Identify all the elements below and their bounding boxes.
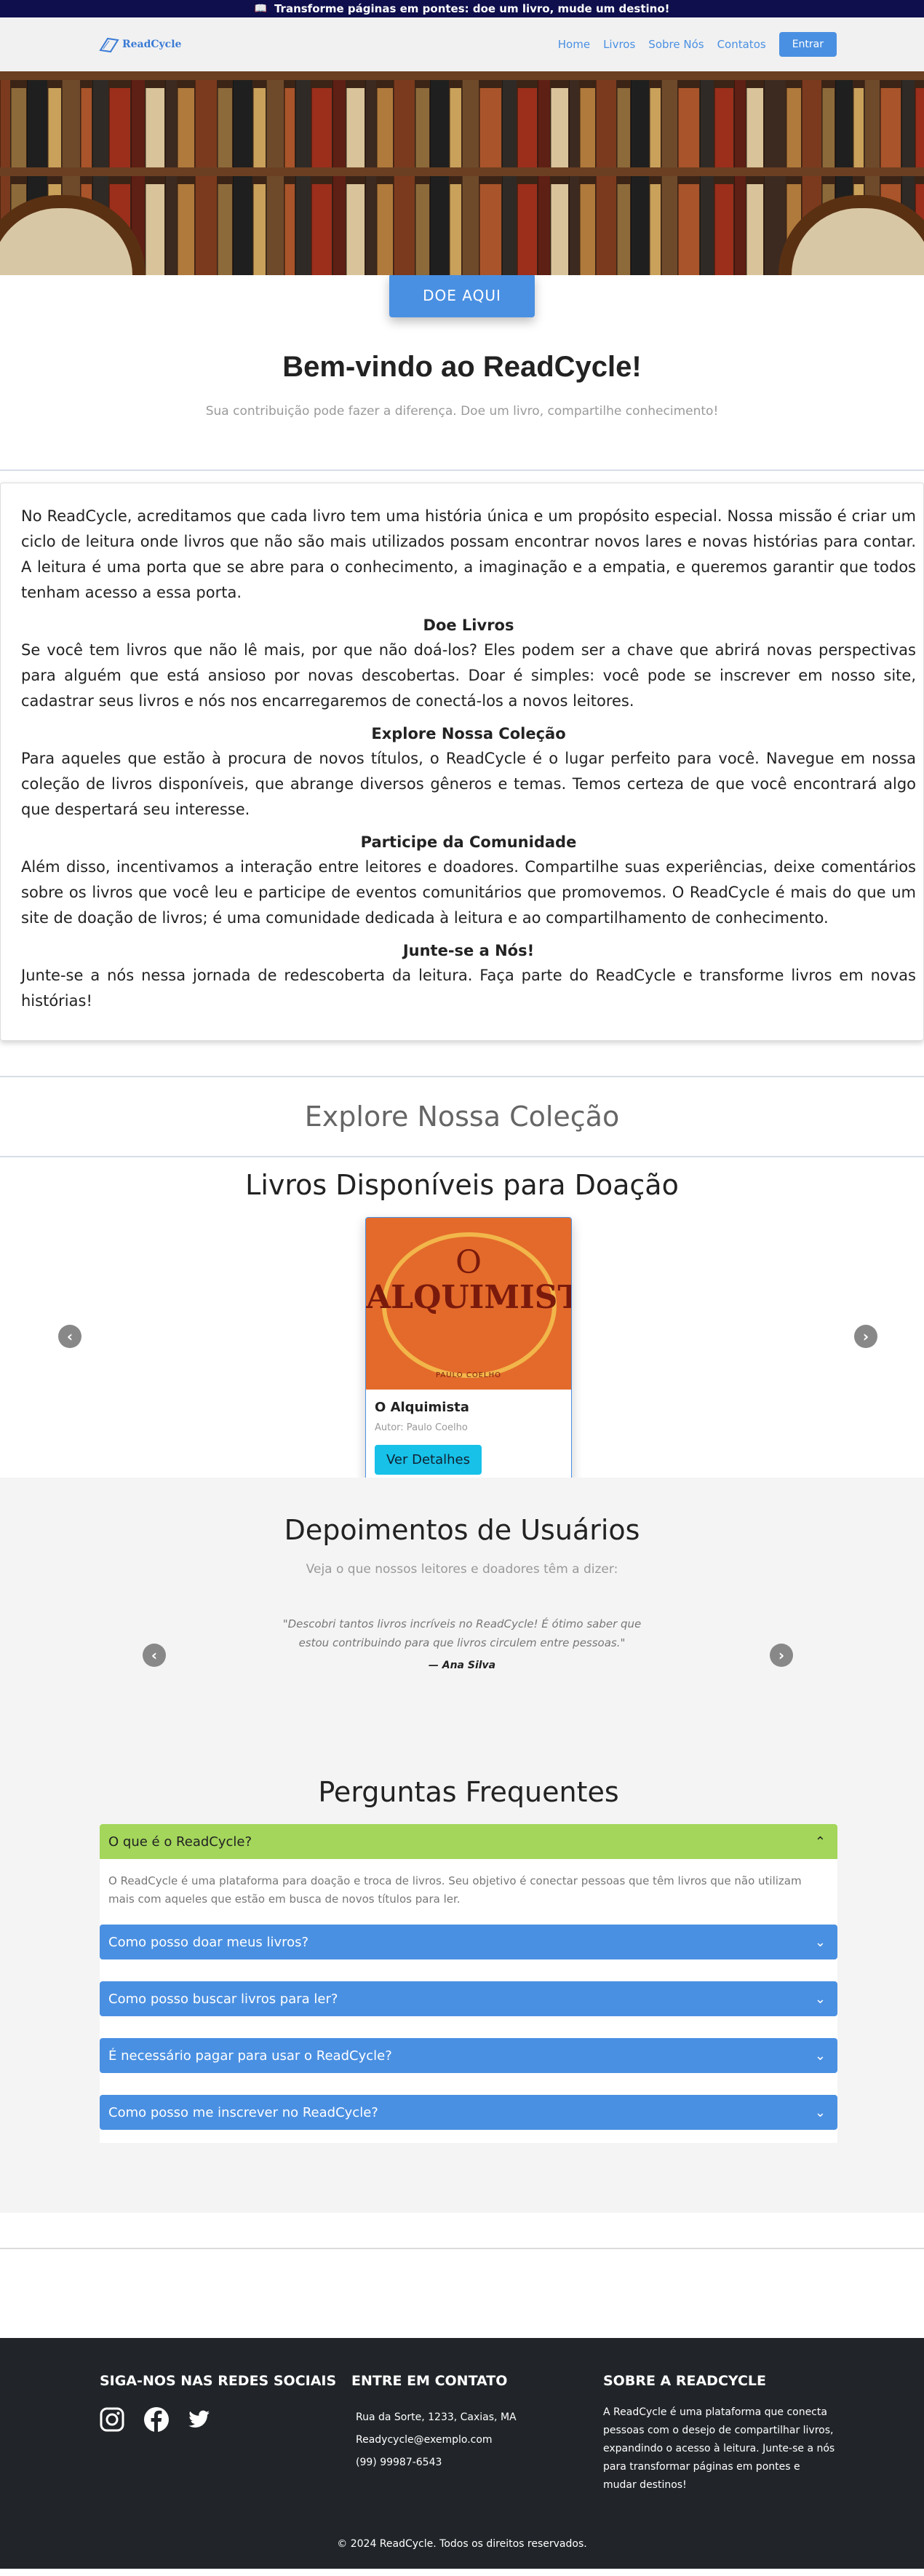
about-text-explore: Para aqueles que estão à procura de novo… bbox=[21, 750, 916, 818]
testimonials-title: Depoimentos de Usuários bbox=[284, 1514, 640, 1546]
explore-section: Explore Nossa Coleção bbox=[0, 1076, 924, 1157]
book-icon: 📖 bbox=[254, 3, 267, 15]
about-text-join: Junte-se a nós nessa jornada de redescob… bbox=[21, 967, 916, 1010]
cover-title-line2: ALQUIMISTA bbox=[366, 1279, 571, 1316]
footer-about: SOBRE A READCYCLE A ReadCycle é uma plat… bbox=[603, 2373, 855, 2494]
welcome-title: Bem-vindo ao ReadCycle! bbox=[282, 351, 642, 383]
footer-phone: (99) 99987-6543 bbox=[356, 2457, 442, 2468]
nav-link-livros[interactable]: Livros bbox=[603, 38, 635, 51]
carousel-next-button[interactable]: › bbox=[854, 1325, 877, 1348]
books-title: Livros Disponíveis para Doação bbox=[245, 1169, 679, 1201]
chevron-up-icon: ⌃ bbox=[814, 1834, 826, 1850]
logo-text: ReadCycle bbox=[122, 39, 182, 50]
footer-email[interactable]: Readycycle@exemplo.com bbox=[356, 2429, 603, 2452]
chevron-down-icon: ⌄ bbox=[814, 1934, 826, 1950]
about-text-community: Além disso, incentivamos a interação ent… bbox=[21, 858, 916, 927]
testimonials-section: Depoimentos de Usuários Veja o que nosso… bbox=[0, 1478, 924, 2213]
twitter-icon[interactable] bbox=[188, 2410, 210, 2429]
copyright: © 2024 ReadCycle. Todos os direitos rese… bbox=[337, 2538, 587, 2550]
faq-question-3[interactable]: Como posso buscar livros para ler? ⌄ bbox=[100, 1981, 837, 2016]
faq-question-label: Como posso me inscrever no ReadCycle? bbox=[108, 2104, 378, 2120]
carousel-prev-button[interactable]: ‹ bbox=[58, 1325, 81, 1348]
books-section: Livros Disponíveis para Doação ‹ › O ALQ… bbox=[0, 1157, 924, 1490]
about-text-doe: Se você tem livros que não lê mais, por … bbox=[21, 641, 916, 710]
faq-section: Perguntas Frequentes O que é o ReadCycle… bbox=[100, 1776, 837, 2143]
donate-button[interactable]: DOE AQUI bbox=[389, 274, 535, 317]
top-banner: 📖 Transforme páginas em pontes: doe um l… bbox=[0, 0, 924, 17]
logo-book-icon bbox=[99, 37, 119, 53]
about-intro: No ReadCycle, acreditamos que cada livro… bbox=[21, 507, 916, 601]
book-cover-image: O ALQUIMISTA PAULO COELHO bbox=[366, 1218, 571, 1390]
faq-question-5[interactable]: Como posso me inscrever no ReadCycle? ⌄ bbox=[100, 2095, 837, 2130]
welcome-section: Bem-vindo ao ReadCycle! Sua contribuição… bbox=[0, 317, 924, 419]
faq-question-4[interactable]: É necessário pagar para usar o ReadCycle… bbox=[100, 2038, 837, 2073]
faq-title: Perguntas Frequentes bbox=[318, 1776, 619, 1808]
chevron-down-icon: ⌄ bbox=[814, 1991, 826, 2007]
footer-about-title: SOBRE A READCYCLE bbox=[603, 2373, 767, 2389]
explore-title: Explore Nossa Coleção bbox=[304, 1101, 620, 1133]
testimonial-quote: "Descobri tantos livros incríveis no Rea… bbox=[282, 1617, 642, 1649]
nav-link-home[interactable]: Home bbox=[558, 38, 590, 51]
about-card: No ReadCycle, acreditamos que cada livro… bbox=[0, 483, 924, 1041]
book-title: O Alquimista bbox=[375, 1400, 469, 1415]
instagram-icon[interactable] bbox=[100, 2407, 124, 2432]
hero-bookshelf-image bbox=[0, 71, 924, 275]
chevron-down-icon: ⌄ bbox=[814, 2104, 826, 2120]
cover-author: PAULO COELHO bbox=[436, 1371, 501, 1379]
footer-social-title: SIGA-NOS NAS REDES SOCIAIS bbox=[100, 2373, 337, 2389]
faq-question-label: É necessário pagar para usar o ReadCycle… bbox=[108, 2048, 392, 2064]
about-heading-explore: Explore Nossa Coleção bbox=[371, 725, 566, 742]
navbar: ReadCycle Home Livros Sobre Nós Contatos… bbox=[0, 17, 924, 71]
book-author: Autor: Paulo Coelho bbox=[375, 1422, 468, 1433]
divider bbox=[0, 469, 924, 471]
book-card: O ALQUIMISTA PAULO COELHO O Alquimista A… bbox=[365, 1217, 572, 1490]
faq-answer-1: O ReadCycle é uma plataforma para doação… bbox=[100, 1859, 837, 1925]
nav-link-contatos[interactable]: Contatos bbox=[717, 38, 766, 51]
about-heading-doe: Doe Livros bbox=[423, 617, 514, 634]
footer-about-text: A ReadCycle é uma plataforma que conecta… bbox=[603, 2406, 835, 2491]
testimonials-subtitle: Veja o que nossos leitores e doadores tê… bbox=[306, 1562, 618, 1577]
books-carousel: ‹ › O ALQUIMISTA PAULO COELHO O Alquimis… bbox=[0, 1201, 924, 1490]
nav-link-sobre[interactable]: Sobre Nós bbox=[648, 38, 704, 51]
footer-contact-title: ENTRE EM CONTATO bbox=[351, 2373, 508, 2389]
footer-address: Rua da Sorte, 1233, Caxias, MA bbox=[356, 2411, 517, 2423]
view-details-button[interactable]: Ver Detalhes bbox=[375, 1445, 482, 1475]
faq-question-label: Como posso doar meus livros? bbox=[108, 1934, 309, 1950]
nav-links: Home Livros Sobre Nós Contatos Entrar bbox=[558, 32, 837, 57]
testimonial-next-button[interactable]: › bbox=[770, 1644, 793, 1667]
chevron-down-icon: ⌄ bbox=[814, 2048, 826, 2064]
welcome-subtitle: Sua contribuição pode fazer a diferença.… bbox=[205, 404, 719, 419]
site-logo[interactable]: ReadCycle bbox=[99, 36, 181, 53]
about-heading-join: Junte-se a Nós! bbox=[402, 942, 535, 959]
footer-social: SIGA-NOS NAS REDES SOCIAIS bbox=[100, 2373, 351, 2494]
login-button[interactable]: Entrar bbox=[778, 32, 837, 57]
cover-title-line1: O bbox=[455, 1244, 482, 1281]
testimonial-prev-button[interactable]: ‹ bbox=[143, 1644, 166, 1667]
faq-question-2[interactable]: Como posso doar meus livros? ⌄ bbox=[100, 1925, 837, 1959]
faq-question-label: Como posso buscar livros para ler? bbox=[108, 1991, 338, 2007]
faq-question-label: O que é o ReadCycle? bbox=[108, 1834, 252, 1850]
facebook-icon[interactable] bbox=[143, 2406, 170, 2433]
footer-contact: ENTRE EM CONTATO Rua da Sorte, 1233, Cax… bbox=[351, 2373, 603, 2494]
about-heading-community: Participe da Comunidade bbox=[360, 833, 577, 851]
top-banner-text: Transforme páginas em pontes: doe um liv… bbox=[274, 2, 670, 15]
footer-divider bbox=[0, 2248, 924, 2338]
footer: SIGA-NOS NAS REDES SOCIAIS ENTRE EM CONT… bbox=[0, 2338, 924, 2569]
faq-accordion: O que é o ReadCycle? ⌃ O ReadCycle é uma… bbox=[100, 1824, 837, 2143]
faq-question-1[interactable]: O que é o ReadCycle? ⌃ bbox=[100, 1824, 837, 1859]
